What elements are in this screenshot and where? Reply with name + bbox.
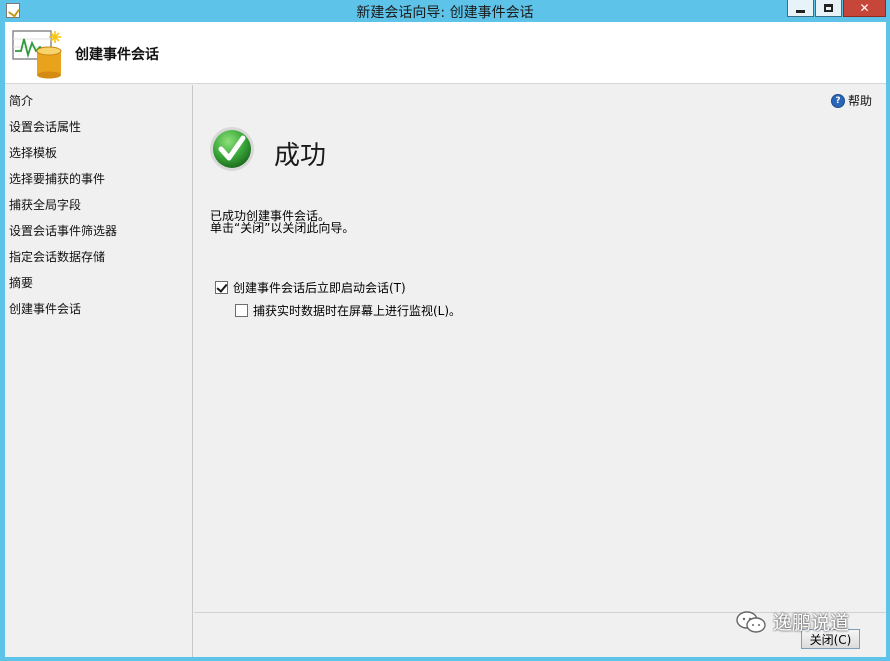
minimize-button[interactable]: [787, 0, 814, 17]
close-icon: ✕: [859, 1, 870, 15]
nav-item-choose-template[interactable]: 选择模板: [9, 144, 57, 161]
close-window-button[interactable]: ✕: [843, 0, 886, 17]
nav-item-create-session[interactable]: 创建事件会话: [9, 300, 81, 317]
wizard-header: 创建事件会话: [5, 22, 886, 84]
wizard-step-list: 简介 设置会话属性 选择模板 选择要捕获的事件 捕获全局字段 设置会话事件筛选器…: [5, 85, 193, 657]
maximize-icon: [824, 4, 833, 12]
window-title: 新建会话向导: 创建事件会话: [356, 5, 534, 21]
status-title: 成功: [274, 141, 327, 171]
wechat-icon: [736, 610, 766, 633]
start-session-checkbox[interactable]: 创建事件会话后立即启动会话(T): [215, 279, 406, 296]
wizard-window: 新建会话向导: 创建事件会话 ✕ 创建事件会话 简介 设置会话属性 选择模板 选…: [0, 0, 890, 661]
help-label: 帮助: [847, 94, 872, 108]
watermark: 逸鹏说道: [735, 608, 849, 635]
nav-item-data-storage[interactable]: 指定会话数据存储: [9, 248, 105, 265]
start-session-label: 创建事件会话后立即启动会话(T): [233, 281, 406, 295]
help-icon: ?: [830, 93, 845, 108]
maximize-button[interactable]: [815, 0, 842, 17]
help-link[interactable]: ? 帮助: [830, 92, 872, 109]
instruction-message: 单击“关闭”以关闭此向导。: [210, 221, 355, 235]
watermark-text: 逸鹏说道: [773, 612, 850, 634]
page-title: 创建事件会话: [75, 47, 159, 63]
minimize-icon: [796, 9, 805, 13]
title-bar[interactable]: 新建会话向导: 创建事件会话 ✕: [0, 0, 890, 22]
wizard-main-panel: ? 帮助 成功 已成功创建事件会话。 单击“关闭”以关闭此向导。 创建事件会话后…: [194, 85, 886, 612]
nav-item-event-filters[interactable]: 设置会话事件筛选器: [9, 222, 117, 239]
nav-item-intro[interactable]: 简介: [9, 92, 33, 109]
checkbox-checked[interactable]: [215, 281, 228, 294]
success-check-icon: [210, 127, 254, 171]
watch-live-data-label: 捕获实时数据时在屏幕上进行监视(L)。: [253, 304, 462, 318]
checkbox-unchecked[interactable]: [235, 304, 248, 317]
nav-item-session-properties[interactable]: 设置会话属性: [9, 118, 81, 135]
event-session-wizard-icon: [12, 30, 62, 79]
nav-item-choose-events[interactable]: 选择要捕获的事件: [9, 170, 105, 187]
nav-item-summary[interactable]: 摘要: [9, 274, 33, 291]
wizard-client-area: 创建事件会话 简介 设置会话属性 选择模板 选择要捕获的事件 捕获全局字段 设置…: [5, 22, 886, 657]
watch-live-data-checkbox[interactable]: 捕获实时数据时在屏幕上进行监视(L)。: [235, 302, 461, 319]
nav-item-global-fields[interactable]: 捕获全局字段: [9, 196, 81, 213]
